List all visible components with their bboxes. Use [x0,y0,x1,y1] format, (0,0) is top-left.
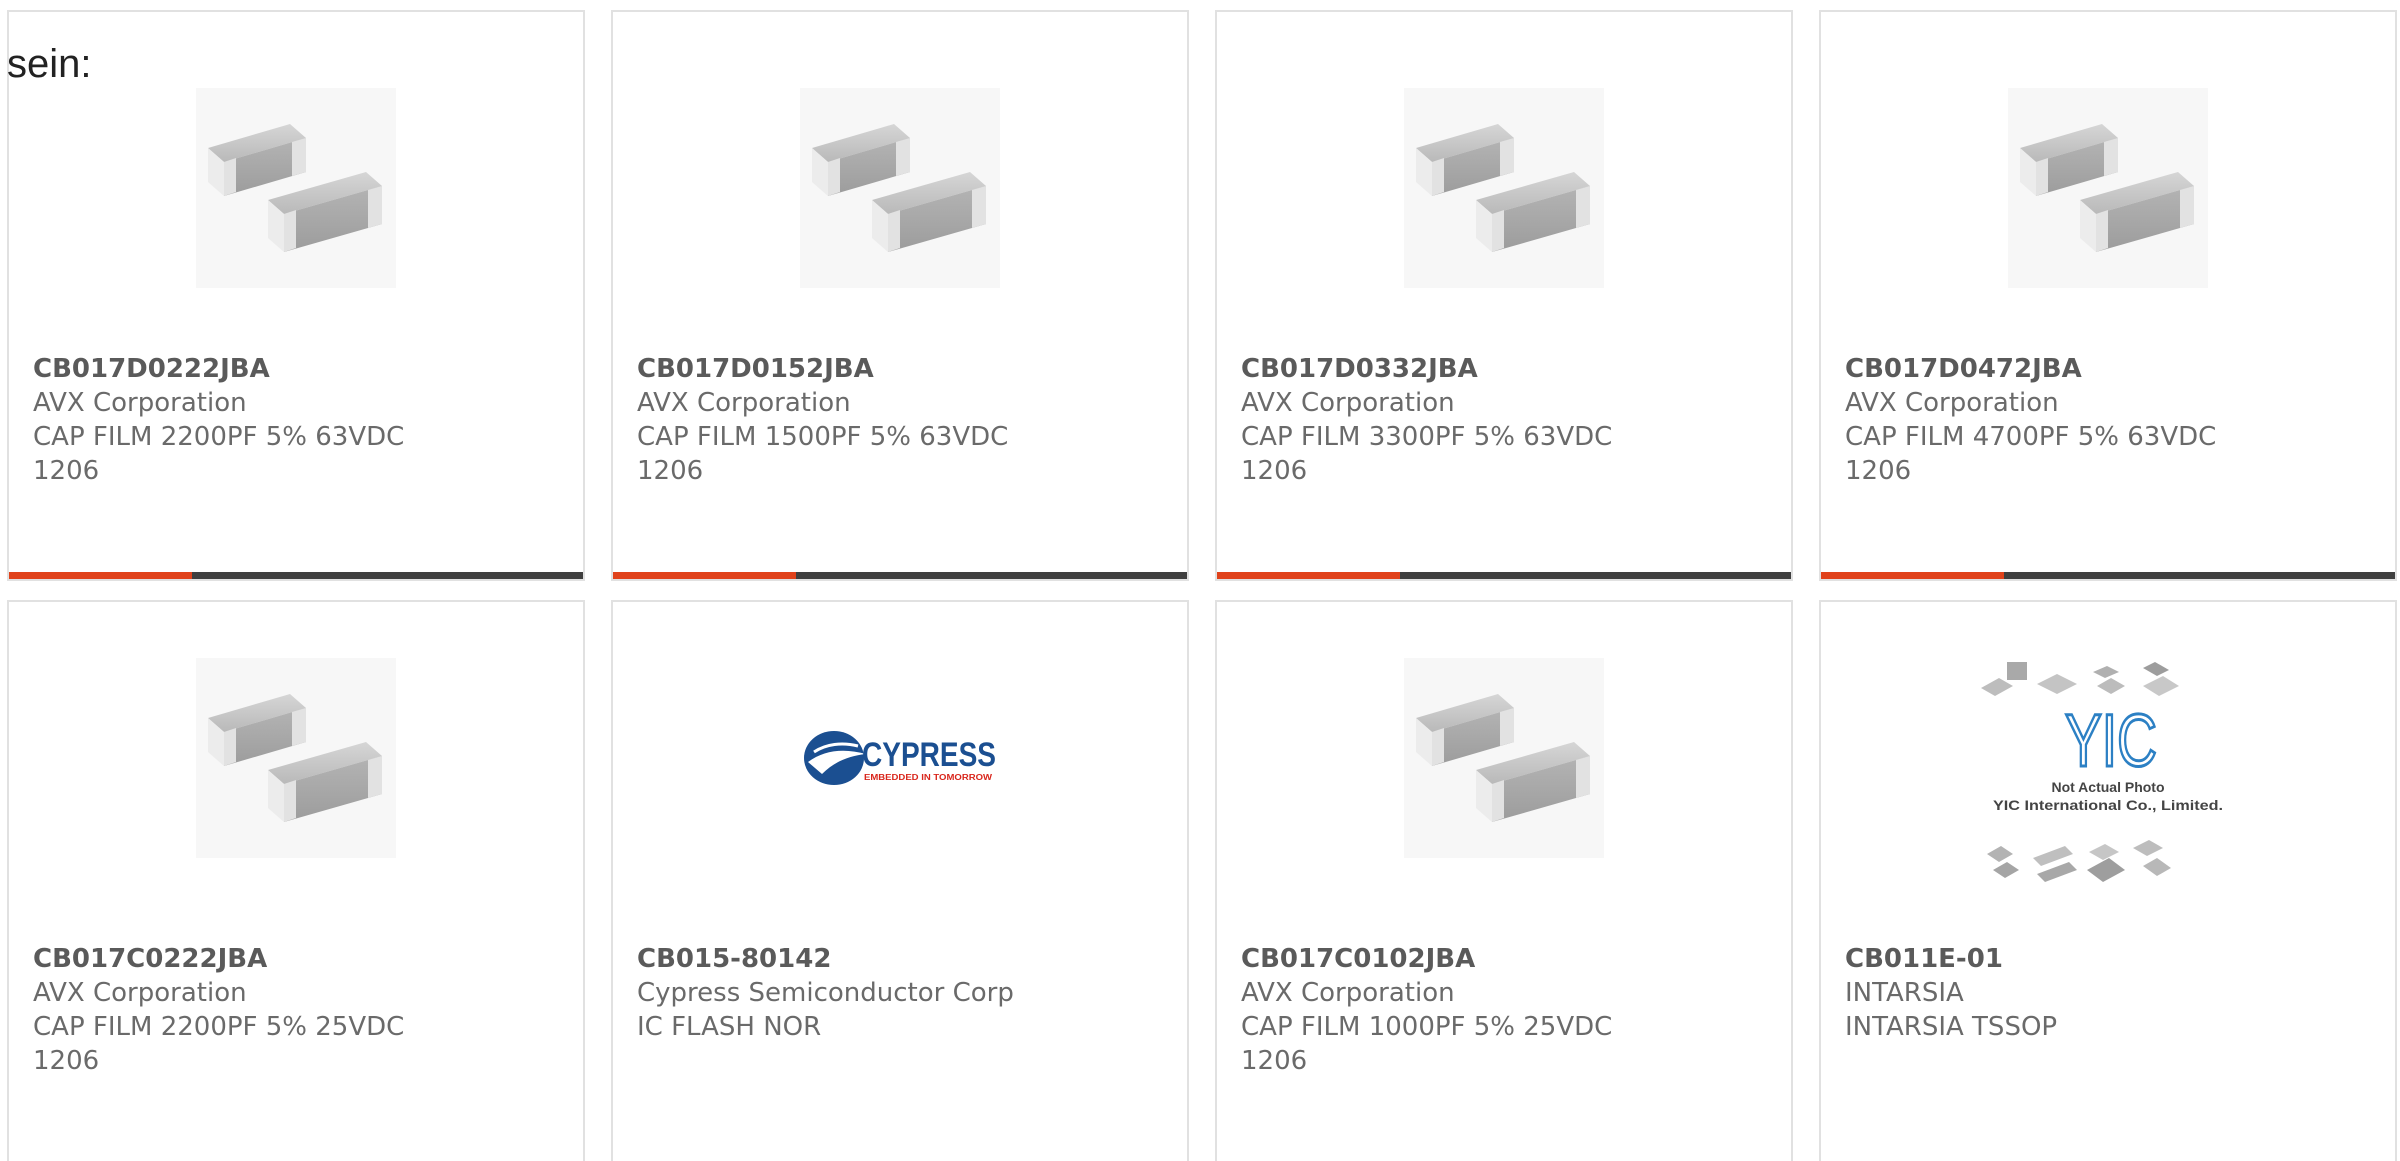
part-number-link[interactable]: CB017D0332JBA [1241,352,1775,386]
card-accent-bar [1821,572,2004,579]
capacitor-chip-icon[interactable] [196,658,396,858]
product-card[interactable]: CB017D0472JBA AVX Corporation CAP FILM 4… [1819,10,2397,581]
cypress-logo-image: CYPRESS EMBEDDED IN TOMORROW [800,658,1000,858]
intro-text: sein: [7,42,92,86]
capacitor-chip-icon[interactable] [196,88,396,288]
product-description: CAP FILM 1000PF 5% 25VDC [1241,1012,1613,1042]
product-description: CAP FILM 2200PF 5% 63VDC [33,422,405,452]
capacitor-chip-icon[interactable] [800,88,1000,288]
manufacturer-name: AVX Corporation [33,388,247,418]
yic-placeholder-image: YIC Not Actual Photo YIC International C… [1973,648,2243,908]
product-info: CB017D0222JBA AVX Corporation CAP FILM 2… [33,352,567,488]
capacitor-chip-image [2008,88,2208,288]
part-number-link[interactable]: CB017D0472JBA [1845,352,2379,386]
manufacturer-name: Cypress Semiconductor Corp [637,978,1014,1008]
capacitor-chip-image [1404,658,1604,858]
product-description: INTARSIA TSSOP [1845,1012,2058,1042]
product-package: 1206 [1241,1046,1308,1076]
manufacturer-name: AVX Corporation [637,388,851,418]
placeholder-line-1: Not Actual Photo [2051,779,2164,795]
manufacturer-name: INTARSIA [1845,978,1964,1008]
product-card[interactable]: CB017D0332JBA AVX Corporation CAP FILM 3… [1215,10,1793,581]
card-footer-bar [9,572,583,579]
cypress-logo[interactable]: CYPRESS EMBEDDED IN TOMORROW [800,658,1000,858]
product-card[interactable]: CB017C0222JBA AVX Corporation CAP FILM 2… [7,600,585,1161]
capacitor-chip-icon[interactable] [1404,658,1604,858]
product-info: CB017D0152JBA AVX Corporation CAP FILM 1… [637,352,1171,488]
product-package: 1206 [33,456,100,486]
capacitor-chip-icon[interactable] [2008,88,2208,288]
placeholder-line-2: YIC International Co., Limited. [1993,797,2223,813]
product-package: 1206 [1845,456,1912,486]
product-package: 1206 [1241,456,1308,486]
product-card[interactable]: CB017D0222JBA AVX Corporation CAP FILM 2… [7,10,585,581]
yic-logo-text: YIC [2065,699,2157,782]
part-number-link[interactable]: CB015-80142 [637,942,1171,976]
product-card[interactable]: CYPRESS EMBEDDED IN TOMORROW CB015-80142… [611,600,1189,1161]
part-number-link[interactable]: CB017D0152JBA [637,352,1171,386]
product-grid-page: sein: CB017D0222JBA AVX Corporation CAP … [0,0,2400,1161]
card-accent-bar [613,572,796,579]
product-description: CAP FILM 4700PF 5% 63VDC [1845,422,2217,452]
card-footer-bar [1821,572,2395,579]
product-info: CB017C0102JBA AVX Corporation CAP FILM 1… [1241,942,1775,1078]
product-description: CAP FILM 1500PF 5% 63VDC [637,422,1009,452]
part-number-link[interactable]: CB017D0222JBA [33,352,567,386]
card-footer-bar [613,572,1187,579]
card-accent-bar [1217,572,1400,579]
product-description: CAP FILM 2200PF 5% 25VDC [33,1012,405,1042]
product-package: 1206 [637,456,704,486]
product-description: CAP FILM 3300PF 5% 63VDC [1241,422,1613,452]
yic-placeholder[interactable]: YIC Not Actual Photo YIC International C… [1973,648,2243,908]
product-info: CB017C0222JBA AVX Corporation CAP FILM 2… [33,942,567,1078]
capacitor-chip-image [1404,88,1604,288]
capacitor-chip-icon[interactable] [1404,88,1604,288]
part-number-link[interactable]: CB017C0102JBA [1241,942,1775,976]
product-info: CB017D0472JBA AVX Corporation CAP FILM 4… [1845,352,2379,488]
manufacturer-name: AVX Corporation [1241,978,1455,1008]
capacitor-chip-image [800,88,1000,288]
part-number-link[interactable]: CB011E-01 [1845,942,2379,976]
cypress-tagline: EMBEDDED IN TOMORROW [864,773,993,782]
card-accent-bar [9,572,192,579]
capacitor-chip-image [196,658,396,858]
card-footer-bar [1217,572,1791,579]
product-description: IC FLASH NOR [637,1012,822,1042]
cypress-logo-text: CYPRESS [862,736,996,774]
product-info: CB017D0332JBA AVX Corporation CAP FILM 3… [1241,352,1775,488]
part-number-link[interactable]: CB017C0222JBA [33,942,567,976]
manufacturer-name: AVX Corporation [1241,388,1455,418]
product-package: 1206 [33,1046,100,1076]
capacitor-chip-image [196,88,396,288]
manufacturer-name: AVX Corporation [33,978,247,1008]
product-card[interactable]: CB017C0102JBA AVX Corporation CAP FILM 1… [1215,600,1793,1161]
product-info: CB011E-01 INTARSIA INTARSIA TSSOP [1845,942,2379,1044]
product-info: CB015-80142 Cypress Semiconductor Corp I… [637,942,1171,1044]
product-card[interactable]: CB017D0152JBA AVX Corporation CAP FILM 1… [611,10,1189,581]
product-card[interactable]: YIC Not Actual Photo YIC International C… [1819,600,2397,1161]
manufacturer-name: AVX Corporation [1845,388,2059,418]
